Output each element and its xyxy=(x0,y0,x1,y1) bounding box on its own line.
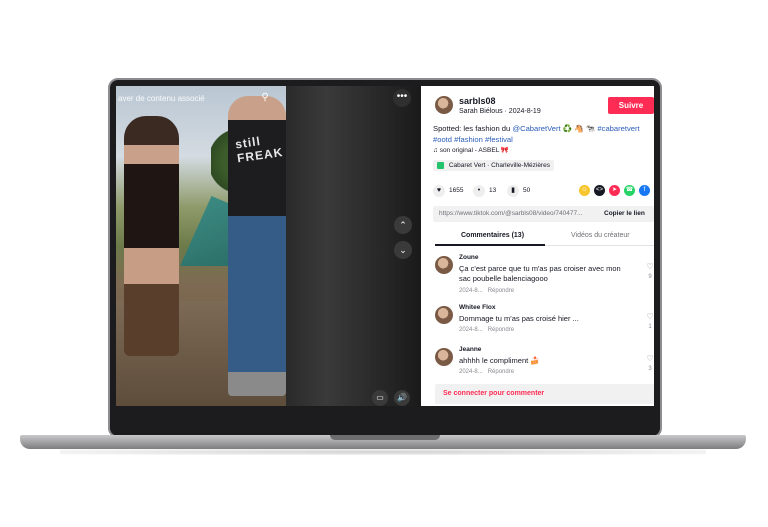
commenter-avatar[interactable] xyxy=(435,306,453,324)
related-search-label[interactable]: aver de contenu associé xyxy=(118,94,205,103)
heart-outline-icon[interactable]: ♡ xyxy=(644,312,654,321)
comment-author[interactable]: Jeanne xyxy=(459,346,481,353)
heart-icon: ♥ xyxy=(433,185,445,197)
chevron-up-icon[interactable]: ⌃ xyxy=(394,216,412,234)
comment-author[interactable]: Zoune xyxy=(459,254,479,261)
hashtag[interactable]: #fashion xyxy=(454,135,483,144)
hashtag[interactable]: #cabaretvert xyxy=(597,124,639,133)
active-tab-indicator xyxy=(435,244,545,246)
heart-outline-icon[interactable]: ♡ xyxy=(644,354,654,363)
laptop-shadow xyxy=(60,449,706,455)
commenter-avatar[interactable] xyxy=(435,348,453,366)
comment-meta: 2024-8... Répondre xyxy=(459,327,514,333)
location-tag[interactable]: Cabaret Vert · Charleville-Mézières xyxy=(433,160,554,172)
more-options-icon[interactable]: ••• xyxy=(393,89,411,107)
hashtag[interactable]: #festival xyxy=(485,135,513,144)
tab-comments[interactable]: Commentaires (13) xyxy=(461,232,524,239)
comment-like-count: 1 xyxy=(648,324,652,330)
emoji-share-icon[interactable]: ☺ xyxy=(579,185,590,196)
comment-like-count: 3 xyxy=(648,366,652,372)
comment-date: 2024-8... xyxy=(459,288,483,294)
reply-link[interactable]: Répondre xyxy=(488,327,514,333)
send-to-friends-icon[interactable]: ➤ xyxy=(609,185,620,196)
save-button[interactable]: ▮ 50 xyxy=(507,185,530,197)
comment-date: 2024-8... xyxy=(459,369,483,375)
volume-icon[interactable]: 🔊 xyxy=(394,390,410,406)
comment-text: Dommage tu m'as pas croisé hier ... xyxy=(459,314,579,323)
video-url[interactable]: https://www.tiktok.com/@sarbls08/video/7… xyxy=(439,210,583,217)
comment-login-bar[interactable]: Se connecter pour commenter xyxy=(435,384,654,404)
laptop-notch xyxy=(330,435,440,440)
author-avatar[interactable] xyxy=(435,96,453,114)
embed-icon[interactable]: <> xyxy=(594,185,605,196)
person-left xyxy=(124,116,179,356)
caption-text: Spotted: les fashion du xyxy=(433,124,513,133)
reply-link[interactable]: Répondre xyxy=(488,288,514,294)
heart-outline-icon[interactable]: ♡ xyxy=(644,262,654,271)
comment-meta: 2024-8... Répondre xyxy=(459,288,514,294)
comment-item: Zoune Ça c'est parce que tu m'as pas cro… xyxy=(435,254,654,294)
comment-item: Whitee Flox Dommage tu m'as pas croisé h… xyxy=(435,304,654,338)
details-panel: sarbls08 Sarah Biélous · 2024-8-19 Suivr… xyxy=(421,86,654,406)
location-label: Cabaret Vert · Charleville-Mézières xyxy=(448,162,550,170)
picture-in-picture-icon[interactable]: ▭ xyxy=(372,390,388,406)
hashtag[interactable]: #ootd xyxy=(433,135,452,144)
caption-mention[interactable]: @CabaretVert xyxy=(512,124,560,133)
bookmark-icon: ▮ xyxy=(507,185,519,197)
post-caption: Spotted: les fashion du @CabaretVert ♻️ … xyxy=(433,123,651,145)
chevron-down-icon[interactable]: ⌄ xyxy=(394,241,412,259)
music-note-icon: ♫ xyxy=(433,147,438,154)
caption-emojis: ♻️ 🐴 🐄 xyxy=(560,124,598,133)
login-to-comment-link[interactable]: Se connecter pour commenter xyxy=(443,390,544,397)
save-count: 50 xyxy=(523,187,531,194)
whatsapp-icon[interactable]: ☎ xyxy=(624,185,635,196)
location-pin-icon xyxy=(437,162,444,169)
comment-button[interactable]: • 13 xyxy=(473,185,496,197)
comment-count: 13 xyxy=(489,187,497,194)
music-link[interactable]: ♫ son original - ASBEL 🎀 xyxy=(433,146,509,154)
comment-text: ahhhh le compliment 🍰 xyxy=(459,356,540,365)
author-name-date: Sarah Biélous · 2024-8-19 xyxy=(459,108,541,115)
music-label: son original - ASBEL 🎀 xyxy=(439,147,509,154)
share-arrow-icon[interactable]: ➦ xyxy=(652,185,654,196)
comment-date: 2024-8... xyxy=(459,327,483,333)
reply-link[interactable]: Répondre xyxy=(488,369,514,375)
comment-author[interactable]: Whitee Flox xyxy=(459,304,495,311)
video-player[interactable]: still FREAK aver de contenu associé ⚲ ••… xyxy=(116,86,421,406)
comment-like-count: 9 xyxy=(648,274,652,280)
action-bar: ♥ 1655 • 13 ▮ 50 ☺ <> ➤ ☎ f ➦ xyxy=(433,185,651,199)
comment-icon: • xyxy=(473,185,485,197)
laptop-screen: still FREAK aver de contenu associé ⚲ ••… xyxy=(116,86,654,406)
search-icon[interactable]: ⚲ xyxy=(259,92,271,104)
comment-text: Ça c'est parce que tu m'as pas croiser a… xyxy=(459,264,621,283)
video-link-box: https://www.tiktok.com/@sarbls08/video/7… xyxy=(433,206,654,222)
follow-button[interactable]: Suivre xyxy=(608,97,654,114)
tab-creator-videos[interactable]: Vidéos du créateur xyxy=(571,232,630,239)
commenter-avatar[interactable] xyxy=(435,256,453,274)
copy-link-button[interactable]: Copier le lien xyxy=(604,210,645,217)
video-frame: still FREAK xyxy=(116,86,286,406)
author-username[interactable]: sarbls08 xyxy=(459,96,496,106)
facebook-icon[interactable]: f xyxy=(639,185,650,196)
comment-meta: 2024-8... Répondre xyxy=(459,369,514,375)
comment-item: Jeanne ahhhh le compliment 🍰 2024-8... R… xyxy=(435,346,654,380)
like-count: 1655 xyxy=(449,187,464,194)
like-button[interactable]: ♥ 1655 xyxy=(433,185,463,197)
